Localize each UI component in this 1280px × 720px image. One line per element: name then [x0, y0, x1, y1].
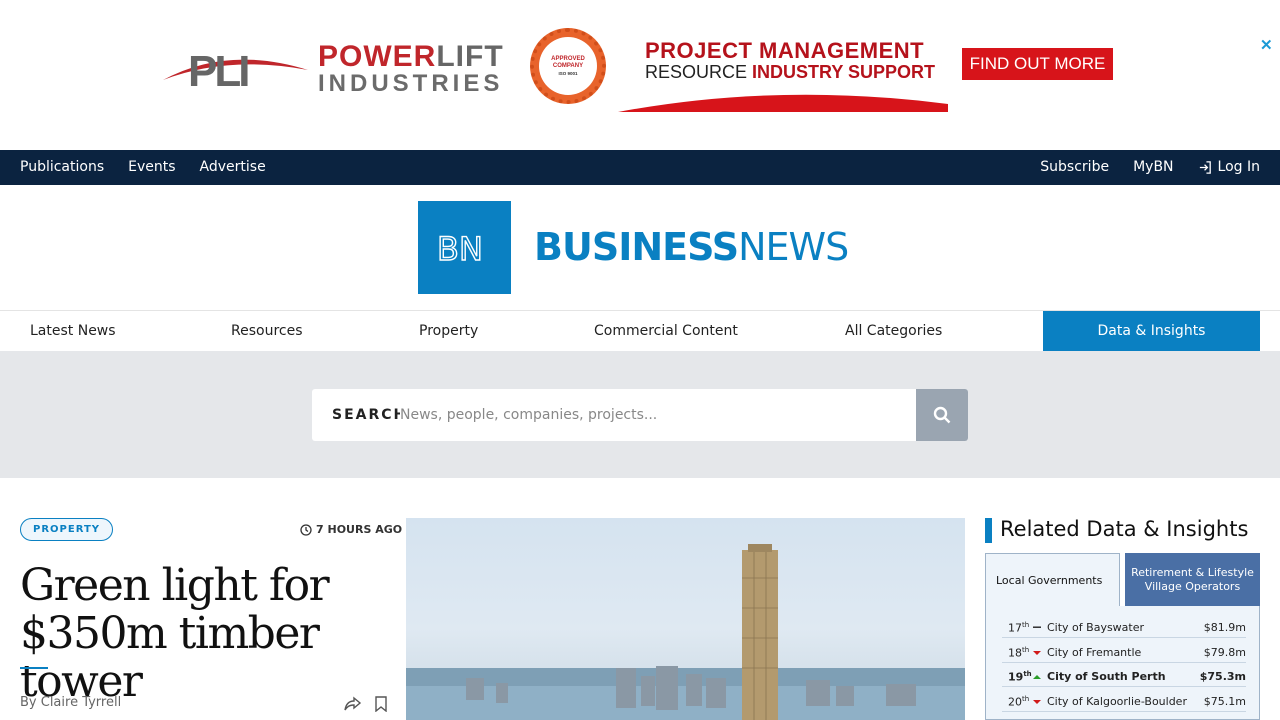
- login-button[interactable]: Log In: [1198, 159, 1260, 175]
- entity-name: City of South Perth: [1047, 670, 1166, 683]
- login-label: Log In: [1217, 159, 1260, 175]
- time-label: 7 HOURS AGO: [316, 523, 403, 536]
- entity-value: $75.3m: [1199, 670, 1246, 683]
- ranking-table: 17th City of Bayswater $81.9m 18th City …: [985, 606, 1260, 720]
- rank-label: 18th: [1008, 646, 1030, 660]
- search-icon: [933, 406, 951, 424]
- entity-value: $75.1m: [1203, 695, 1246, 708]
- rank-label: 17th: [1008, 621, 1030, 635]
- entity-name: City of Fremantle: [1047, 646, 1142, 659]
- rank-label: 20th: [1008, 695, 1030, 709]
- nav-property[interactable]: Property: [419, 323, 478, 339]
- trend-down-icon: [1033, 651, 1041, 655]
- sidebar-title-accent: [985, 518, 992, 543]
- tab-local-governments[interactable]: Local Governments: [985, 553, 1120, 607]
- masthead: BN BUSINESSNEWS: [0, 185, 1280, 311]
- entity-value: $79.8m: [1203, 646, 1246, 659]
- ad-brand-line1: POWERLIFT: [318, 40, 504, 73]
- entity-value: $81.9m: [1203, 621, 1246, 634]
- tab-retirement-operators[interactable]: Retirement & Lifestyle Village Operators: [1125, 553, 1260, 606]
- nav-commercial-content[interactable]: Commercial Content: [594, 323, 738, 339]
- rank-label: 19th: [1008, 670, 1032, 684]
- ad-banner[interactable]: PLI POWERLIFT INDUSTRIES APPROVED COMPAN…: [0, 0, 1280, 150]
- city-skyline-image: [406, 544, 965, 720]
- nav-events[interactable]: Events: [128, 159, 175, 175]
- ad-headline: PROJECT MANAGEMENT: [645, 38, 925, 63]
- headline-divider: [20, 667, 48, 669]
- search-button[interactable]: [916, 389, 968, 441]
- nav-advertise[interactable]: Advertise: [200, 159, 266, 175]
- nav-all-categories[interactable]: All Categories: [845, 323, 942, 339]
- clock-icon: [300, 523, 312, 536]
- table-row[interactable]: 20th City of Kalgoorlie-Boulder $75.1m: [1002, 688, 1246, 712]
- article-hero-image[interactable]: [406, 518, 965, 720]
- svg-text:PLI: PLI: [188, 47, 248, 90]
- svg-text:BN: BN: [437, 231, 483, 265]
- nav-subscribe[interactable]: Subscribe: [1040, 159, 1109, 175]
- main-nav: Latest News Resources Property Commercia…: [0, 311, 1280, 351]
- trend-flat-icon: [1033, 626, 1041, 628]
- ad-close-icon[interactable]: ✕: [1260, 36, 1273, 54]
- entity-name: City of Kalgoorlie-Boulder: [1047, 695, 1187, 708]
- bn-monogram-icon: BN: [436, 231, 483, 265]
- login-icon: [1199, 160, 1211, 174]
- nav-latest-news[interactable]: Latest News: [30, 323, 116, 339]
- business-news-wordmark[interactable]: BUSINESSNEWS: [534, 225, 849, 269]
- approved-company-badge: APPROVED COMPANY ISO 9001: [530, 28, 606, 104]
- nav-mybn[interactable]: MyBN: [1133, 159, 1173, 175]
- trend-up-icon: [1033, 675, 1041, 679]
- search-input[interactable]: [400, 399, 900, 431]
- ad-subline: RESOURCE INDUSTRY SUPPORT: [645, 62, 936, 82]
- table-row-highlighted[interactable]: 19th City of South Perth $75.3m: [1002, 663, 1246, 687]
- find-out-more-button[interactable]: FIND OUT MORE: [962, 48, 1113, 80]
- article-headline[interactable]: Green light for $350m timber tower: [20, 562, 400, 706]
- top-nav: Publications Events Advertise Subscribe …: [0, 150, 1280, 185]
- entity-name: City of Bayswater: [1047, 621, 1145, 634]
- share-icon[interactable]: [344, 696, 362, 712]
- category-tag[interactable]: PROPERTY: [20, 518, 114, 541]
- nav-publications[interactable]: Publications: [20, 159, 104, 175]
- powerlift-logo-icon: PLI: [163, 47, 308, 90]
- table-row[interactable]: 18th City of Fremantle $79.8m: [1002, 639, 1246, 663]
- article-time: 7 HOURS AGO: [300, 523, 402, 536]
- sidebar-title: Related Data & Insights: [1000, 517, 1249, 541]
- nav-resources[interactable]: Resources: [231, 323, 303, 339]
- search-label: SEARCH: [332, 407, 408, 423]
- ad-swoosh-graphic: [618, 94, 948, 112]
- nav-data-insights[interactable]: Data & Insights: [1043, 311, 1260, 351]
- sidebar-tabs: Local Governments Retirement & Lifestyle…: [985, 553, 1260, 607]
- ad-brand-line2: INDUSTRIES: [318, 70, 504, 97]
- search-band: SEARCH: [0, 351, 1280, 478]
- bookmark-icon[interactable]: [374, 696, 388, 712]
- trend-down-icon: [1033, 700, 1041, 704]
- table-row[interactable]: 17th City of Bayswater $81.9m: [1002, 614, 1246, 638]
- search-box: SEARCH: [312, 389, 968, 441]
- bn-logo-mark[interactable]: BN: [418, 201, 511, 294]
- article-byline[interactable]: By Claire Tyrrell: [20, 695, 121, 710]
